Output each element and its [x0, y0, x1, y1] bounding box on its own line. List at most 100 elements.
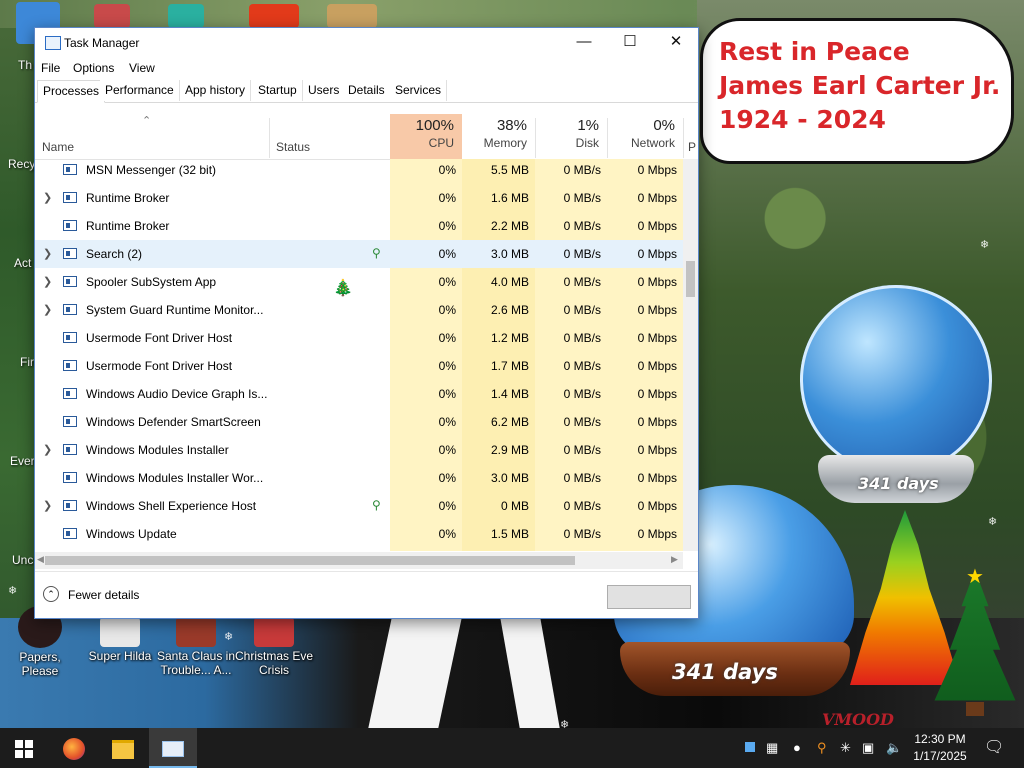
column-header-network[interactable]: 0% Network [607, 114, 683, 159]
expand-chevron-icon[interactable]: ❯ [43, 247, 52, 260]
scroll-right-icon[interactable]: ▶ [671, 554, 678, 565]
menu-file[interactable]: File [41, 61, 60, 75]
system-clock[interactable]: 12:30 PM 1/17/2025 [905, 731, 975, 765]
desktop-icon-label[interactable]: Unc [12, 553, 33, 567]
column-header-cpu[interactable]: 100% CPU [390, 114, 462, 159]
end-task-button[interactable] [607, 585, 691, 609]
column-divider[interactable] [683, 118, 684, 158]
santa-claus-icon [176, 617, 216, 647]
tab-startup[interactable]: Startup [253, 80, 303, 101]
desktop-icon-label[interactable]: Fir [20, 355, 34, 369]
desktop-icon-label[interactable]: Ever [10, 454, 35, 468]
process-list[interactable]: MSN Messenger (32 bit) 0% 5.5 MB 0 MB/s 0 Mb… [35, 159, 683, 551]
process-row[interactable]: Windows Defender SmartScreen 0% 6.2 MB 0 MB… [35, 408, 683, 436]
task-manager-window[interactable]: Task Manager — ☐ ✕ File Options View Pro… [34, 27, 699, 619]
process-disk: 0 MB/s [563, 163, 601, 177]
star-icon: ★ [966, 566, 984, 588]
process-row[interactable]: ❯ Spooler SubSystem App 0% 4.0 MB 0 MB/s 0 Mb… [35, 268, 683, 296]
tab-details[interactable]: Details [343, 80, 391, 101]
tray-sparkle-icon[interactable]: ✳ [840, 728, 851, 768]
desktop-icon-super-hilda[interactable]: Super Hilda [82, 617, 158, 663]
process-row[interactable]: Windows Audio Device Graph Is... 0% 1.4 MB… [35, 380, 683, 408]
process-row[interactable]: MSN Messenger (32 bit) 0% 5.5 MB 0 MB/s 0 Mb… [35, 159, 683, 184]
process-name: Windows Update [86, 527, 177, 541]
snow-globe-small[interactable] [800, 285, 992, 475]
desktop-icon-label[interactable]: Recy [8, 157, 35, 171]
process-network: 0 Mbps [637, 527, 677, 541]
expand-chevron-icon[interactable]: ❯ [43, 275, 52, 288]
menu-options[interactable]: Options [73, 61, 114, 75]
tray-search-icon[interactable]: ⚲ [817, 728, 827, 768]
process-memory: 3.0 MB [490, 247, 529, 261]
process-row[interactable]: WMI Provider Host0%1.5 MB0 MB/s0 Mbps [35, 548, 683, 551]
tray-droplet-icon[interactable]: ● [793, 728, 801, 768]
process-icon [63, 276, 77, 287]
volume-icon[interactable]: 🔈 [886, 728, 902, 768]
process-row[interactable]: Windows Update 0% 1.5 MB 0 MB/s 0 Mbps [35, 520, 683, 548]
process-name: MSN Messenger (32 bit) [86, 163, 217, 177]
process-disk: 0 MB/s [563, 443, 601, 457]
process-row[interactable]: Usermode Font Driver Host 0% 1.2 MB 0 MB/s 0… [35, 324, 683, 352]
process-row[interactable]: Windows Modules Installer Wor... 0% 3.0 MB… [35, 464, 683, 492]
tab-strip: Processes Performance App history Startu… [35, 80, 698, 103]
process-row[interactable]: ❯ Windows Shell Experience Host ⚲ 0% 0 MB 0 M… [35, 492, 683, 520]
tab-processes[interactable]: Processes [37, 80, 106, 103]
column-header-status[interactable]: Status [276, 140, 310, 154]
expand-chevron-icon[interactable]: ❯ [43, 303, 52, 316]
process-network: 0 Mbps [637, 219, 677, 233]
process-row[interactable]: Usermode Font Driver Host 0% 1.7 MB 0 MB/s 0… [35, 352, 683, 380]
desktop-icon-label[interactable]: Th [18, 58, 32, 72]
process-row[interactable]: ❯ Windows Modules Installer 0% 2.9 MB 0 MB/s… [35, 436, 683, 464]
column-header-name[interactable]: Name [42, 140, 74, 154]
process-row[interactable]: ❯ Runtime Broker 0% 1.6 MB 0 MB/s 0 Mbps [35, 184, 683, 212]
tray-app-icon[interactable] [745, 728, 755, 768]
vertical-scrollbar[interactable] [683, 159, 698, 551]
column-header-memory[interactable]: 38% Memory [462, 114, 535, 159]
process-cpu: 0% [438, 219, 456, 233]
taskbar: ▦ ● ⚲ ✳ ▣ 🔈 12:30 PM 1/17/2025 🗨 [0, 728, 1024, 768]
desktop-icon-christmas-eve-crisis[interactable]: Christmas Eve Crisis [234, 617, 314, 677]
task-manager-icon [45, 36, 61, 50]
task-manager-taskbar-button[interactable] [149, 728, 197, 768]
maximize-button[interactable]: ☐ [607, 28, 653, 58]
process-name: Runtime Broker [86, 219, 170, 233]
file-explorer-taskbar-button[interactable] [99, 728, 147, 768]
notification-center-icon[interactable]: 🗨 [984, 728, 1004, 768]
clock-date: 1/17/2025 [913, 749, 967, 763]
menu-view[interactable]: View [129, 61, 155, 75]
network-icon[interactable]: ▣ [862, 728, 874, 768]
tab-users[interactable]: Users [303, 80, 346, 101]
tray-app-icon[interactable]: ▦ [766, 728, 778, 768]
tab-services[interactable]: Services [390, 80, 448, 101]
process-row[interactable]: ❯ System Guard Runtime Monitor... 0% 2.6 MB… [35, 296, 683, 324]
app-icon [249, 4, 299, 28]
title-bar[interactable]: Task Manager — ☐ ✕ [35, 28, 698, 58]
process-network: 0 Mbps [637, 471, 677, 485]
scroll-left-icon[interactable]: ◀ [37, 554, 44, 565]
horizontal-scroll-thumb[interactable] [45, 556, 575, 565]
column-divider[interactable] [269, 118, 270, 158]
column-header-overflow[interactable]: P [688, 140, 696, 154]
tab-app-history[interactable]: App history [180, 80, 252, 101]
start-button[interactable] [0, 728, 48, 768]
process-row[interactable]: ❯ Search (2) ⚲ 0% 3.0 MB 0 MB/s 0 Mbps [35, 240, 683, 268]
fewer-details-link[interactable]: Fewer details [68, 588, 139, 602]
process-name: System Guard Runtime Monitor... [86, 303, 264, 317]
expand-chevron-icon[interactable]: ❯ [43, 191, 52, 204]
chevron-up-icon[interactable]: ⌃ [43, 586, 59, 602]
expand-chevron-icon[interactable]: ❯ [43, 443, 52, 456]
network-percent: 0% [653, 117, 675, 134]
column-header-disk[interactable]: 1% Disk [535, 114, 607, 159]
close-button[interactable]: ✕ [653, 28, 699, 58]
firefox-taskbar-button[interactable] [50, 728, 98, 768]
process-memory: 1.7 MB [490, 359, 529, 373]
suspended-leaf-icon: ⚲ [372, 246, 381, 260]
expand-chevron-icon[interactable]: ❯ [43, 499, 52, 512]
process-row[interactable]: Runtime Broker 0% 2.2 MB 0 MB/s 0 Mbps [35, 212, 683, 240]
process-memory: 1.5 MB [490, 527, 529, 541]
desktop-icon-label[interactable]: Act [14, 256, 31, 270]
desktop-icon-santa-claus[interactable]: Santa Claus in Trouble... A... [156, 617, 236, 677]
tab-performance[interactable]: Performance [100, 80, 180, 101]
minimize-button[interactable]: — [561, 28, 607, 58]
vertical-scroll-thumb[interactable] [686, 261, 695, 297]
